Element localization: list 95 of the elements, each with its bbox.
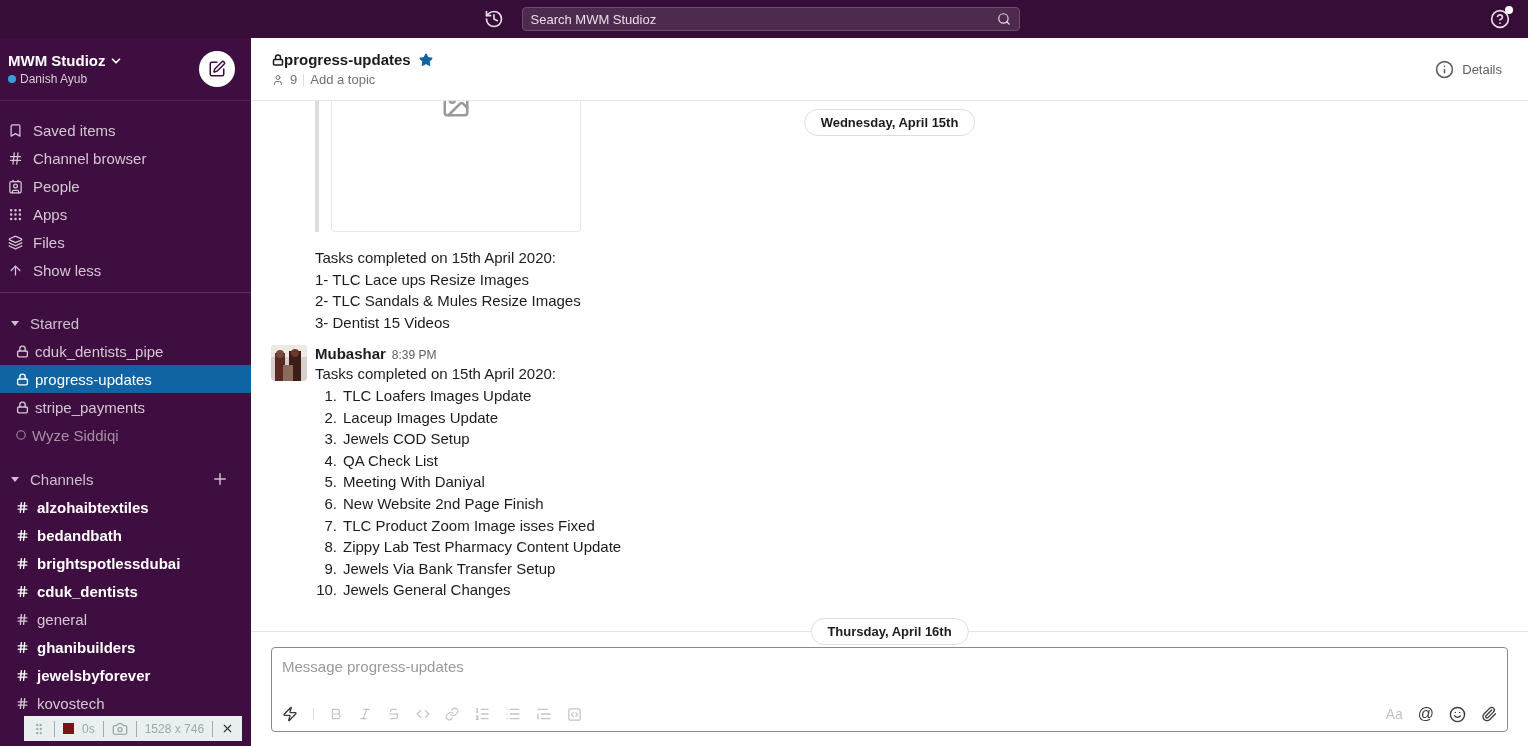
list-item: Zippy Lab Test Pharmacy Content Update [343, 537, 622, 558]
message-text: 1- TLC Lace ups Resize Images [315, 269, 530, 290]
contact-icon [8, 178, 23, 194]
lock-icon [272, 53, 284, 66]
list-number: 3. [323, 429, 337, 450]
channel-item[interactable]: kovostech [0, 689, 251, 717]
lock-icon [16, 372, 29, 386]
hash-icon [16, 612, 29, 626]
channel-item[interactable]: Wyze Siddiqi [0, 421, 251, 449]
lock-icon [16, 400, 29, 414]
channel-item[interactable]: brightspotlessdubai [0, 549, 251, 577]
grid-icon [8, 206, 23, 222]
list-item: Laceup Images Update [343, 407, 499, 428]
channel-item[interactable]: cduk_dentists_pipe [0, 337, 251, 365]
channel-item[interactable]: jewelsbyforever [0, 661, 251, 689]
bookmark-icon [8, 122, 23, 138]
compose-icon [208, 60, 226, 78]
channel-item[interactable]: bedandbath [0, 521, 251, 549]
hash-icon [16, 500, 29, 514]
list-item: Jewels COD Setup [343, 429, 470, 450]
recording-time: 0s [82, 721, 95, 736]
star-icon[interactable] [418, 52, 433, 67]
emoji-icon[interactable] [1449, 705, 1466, 723]
hash-icon [16, 556, 29, 570]
list-item: Meeting With Daniyal [343, 472, 485, 493]
channel-item[interactable]: alzohaibtextiles [0, 493, 251, 521]
hash-icon [16, 528, 29, 542]
list-item: Jewels Via Bank Transfer Setup [343, 558, 556, 579]
info-icon[interactable] [1435, 59, 1455, 79]
list-item: TLC Loafers Images Update [343, 385, 532, 406]
list-number: 9. [323, 558, 337, 579]
nav-item[interactable]: Channel browser [33, 149, 147, 167]
date-divider: Wednesday, April 15th [803, 109, 976, 136]
channel-item[interactable]: progress-updates [0, 365, 251, 393]
nav-item[interactable]: Apps [33, 205, 68, 223]
list-number: 4. [323, 450, 337, 471]
status-circle-icon [16, 430, 26, 440]
member-icon[interactable] [272, 73, 284, 86]
message-text: Tasks completed on 15th April 2020: [315, 364, 557, 385]
message-text: 3- Dentist 15 Videos [315, 312, 451, 333]
list-number: 1. [323, 385, 337, 406]
mention-button[interactable]: @ [1417, 705, 1434, 723]
member-count[interactable]: 9 [290, 72, 298, 87]
topic-link[interactable]: Add a topic [310, 72, 376, 87]
arrow-up-icon [8, 262, 23, 278]
list-number: 2. [323, 407, 337, 428]
paperclip-icon[interactable] [1481, 706, 1497, 722]
lightning-icon[interactable] [282, 706, 298, 722]
list-number: 7. [323, 515, 337, 536]
message-text: Tasks completed on 15th April 2020: [315, 248, 557, 268]
hash-icon [16, 640, 29, 654]
message-time[interactable]: 8:39 PM [391, 348, 437, 363]
caret-icon[interactable] [10, 318, 20, 328]
channel-item[interactable]: stripe_payments [0, 393, 251, 421]
hash-icon [16, 668, 29, 682]
nav-item[interactable]: Saved items [33, 121, 116, 139]
list-item: New Website 2nd Page Finish [343, 493, 544, 514]
workspace-name[interactable]: MWM Studioz [8, 52, 106, 69]
user-name: Danish Ayub [20, 72, 88, 86]
search-field[interactable]: Search MWM Studioz [521, 7, 1020, 31]
camera-icon[interactable] [111, 720, 128, 737]
channel-item[interactable]: ghanibuilders [0, 633, 251, 661]
compose-button[interactable] [199, 51, 235, 87]
hash-icon [8, 150, 23, 166]
hash-icon [16, 696, 29, 710]
layers-icon [8, 234, 23, 250]
lock-icon [16, 344, 29, 358]
channel-title: progress-updates [284, 51, 411, 68]
details-link[interactable]: Details [1462, 61, 1502, 77]
list-number: 5. [323, 472, 337, 493]
message-text: 2- TLC Sandals & Mules Resize Images [315, 291, 582, 312]
message-field[interactable]: Message progress-updates Aa @ [271, 647, 1508, 732]
channel-item[interactable]: cduk_dentists [0, 577, 251, 605]
add-icon[interactable] [211, 470, 229, 488]
list-number: 8. [323, 537, 337, 558]
caret-icon[interactable] [10, 474, 20, 484]
history-icon[interactable] [483, 9, 504, 29]
nav-item[interactable]: People [33, 177, 80, 195]
list-item: QA Check List [343, 450, 439, 471]
status-dot [8, 75, 16, 83]
channel-item[interactable]: general [0, 605, 251, 633]
date-divider: Thursday, April 16th [810, 618, 969, 645]
help-icon[interactable] [1490, 9, 1510, 29]
list-number: 10. [315, 580, 337, 601]
recording-size: 1528 x 746 [144, 721, 205, 736]
list-number: 6. [323, 493, 337, 514]
hash-icon [16, 584, 29, 598]
author-name[interactable]: Mubashar [315, 345, 386, 363]
section-title[interactable]: Channels [30, 470, 94, 488]
section-title[interactable]: Starred [30, 314, 80, 332]
list-item: TLC Product Zoom Image isses Fixed [343, 515, 595, 536]
list-item: Jewels General Changes [343, 580, 511, 601]
nav-item[interactable]: Show less [33, 261, 102, 279]
search-icon [996, 12, 1011, 26]
nav-item[interactable]: Files [33, 233, 65, 251]
